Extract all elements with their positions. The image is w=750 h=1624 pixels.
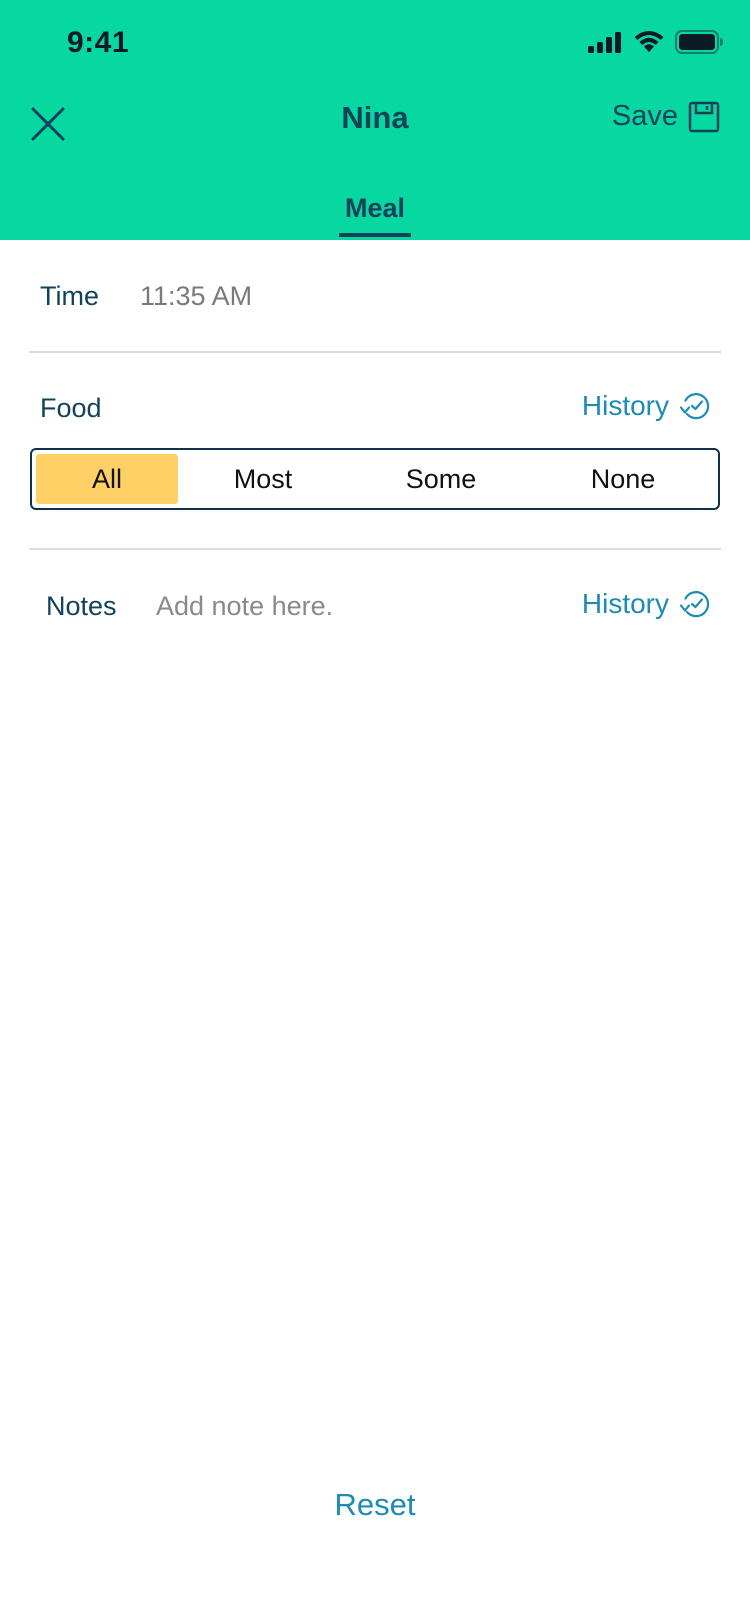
tab-meal-label: Meal: [339, 193, 411, 237]
save-disk-icon: [688, 101, 720, 132]
status-time: 9:41: [67, 26, 130, 59]
time-label: Time: [40, 281, 99, 311]
notes-history-label: History: [581, 588, 669, 619]
wifi-icon: [634, 31, 664, 52]
food-history-link[interactable]: History: [582, 390, 711, 422]
divider: [29, 548, 721, 550]
food-amount-selector: All Most Some None: [30, 448, 720, 510]
notes-input[interactable]: Add note here.: [156, 591, 333, 622]
option-all[interactable]: All: [36, 454, 178, 504]
notes-history-link[interactable]: History: [582, 588, 711, 620]
history-clock-icon: [679, 591, 710, 618]
screen: 9:41 Nina Save Meal Time 11:35 AM Food H…: [0, 0, 750, 1624]
status-icons: [587, 30, 723, 54]
divider: [29, 351, 721, 353]
option-most[interactable]: Most: [178, 454, 348, 504]
notes-label: Notes: [46, 591, 117, 621]
food-label: Food: [40, 393, 102, 423]
history-clock-icon: [679, 393, 710, 420]
save-button[interactable]: Save: [612, 100, 720, 133]
time-value[interactable]: 11:35 AM: [140, 281, 252, 312]
tab-meal[interactable]: Meal: [0, 193, 750, 237]
header-bar: 9:41 Nina Save Meal: [0, 0, 750, 240]
battery-icon: [675, 30, 723, 54]
option-none[interactable]: None: [534, 454, 712, 504]
option-some[interactable]: Some: [348, 454, 534, 504]
signal-icon: [588, 32, 621, 53]
reset-button[interactable]: Reset: [0, 1487, 750, 1523]
save-label: Save: [611, 100, 678, 132]
food-history-label: History: [581, 390, 669, 421]
